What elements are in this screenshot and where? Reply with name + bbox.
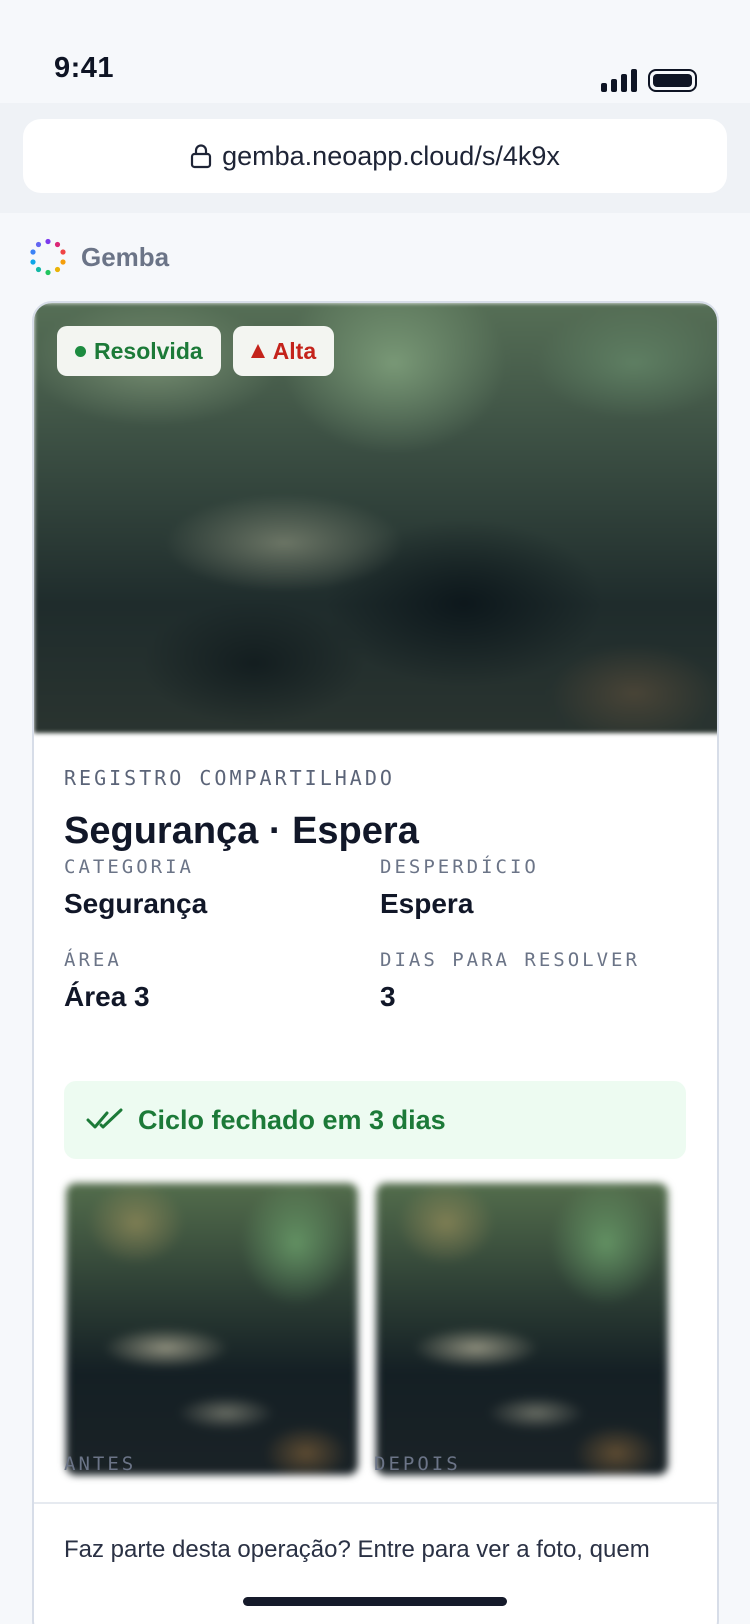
brand-name: Gemba [81,241,170,272]
cycle-closed-text: Ciclo fechado em 3 dias [138,1104,446,1135]
waste-value: Espera [380,888,474,919]
address-bar[interactable]: gemba.neoapp.cloud/s/4k9x [23,119,727,193]
url-text: gemba.neoapp.cloud/s/4k9x [222,140,560,171]
shared-record-card: Resolvida Alta REGISTRO COMPARTILHADO Se… [32,301,719,1624]
cycle-closed-banner: Ciclo fechado em 3 dias [64,1081,686,1159]
area-label: ÁREA [64,949,122,971]
battery-icon [648,69,697,92]
days-to-resolve-value: 3 [380,981,396,1012]
brand: Gemba [29,238,169,276]
status-time: 9:41 [54,52,115,84]
status-badge-label: Resolvida [94,337,203,364]
warning-triangle-icon [250,344,265,358]
after-photo[interactable] [376,1183,668,1475]
before-label: ANTES [64,1453,137,1475]
status-badge: Resolvida [57,326,221,376]
status-dot-icon [75,345,86,357]
waste-label: DESPERDÍCIO [380,856,539,878]
record-title: Segurança · Espera [64,810,419,852]
browser-bar: gemba.neoapp.cloud/s/4k9x [0,103,750,213]
after-label: DEPOIS [374,1453,461,1475]
priority-badge-label: Alta [272,337,317,364]
home-indicator [243,1597,507,1606]
status-bar: 9:41 [0,0,750,103]
eyebrow-label: REGISTRO COMPARTILHADO [64,766,395,790]
before-photo[interactable] [66,1183,358,1475]
lock-icon [191,144,212,169]
area-value: Área 3 [64,981,150,1012]
priority-badge: Alta [232,326,335,376]
divider [34,1502,717,1504]
category-value: Segurança [64,888,208,919]
badge-group: Resolvida Alta [57,326,335,376]
gemba-logo-icon [30,238,66,276]
category-label: CATEGORIA [64,856,194,878]
days-to-resolve-label: DIAS PARA RESOLVER [380,949,640,971]
login-prompt-text: Faz parte desta operação? Entre para ver… [64,1536,650,1563]
signal-icon [601,68,639,92]
double-check-icon [86,1108,123,1129]
